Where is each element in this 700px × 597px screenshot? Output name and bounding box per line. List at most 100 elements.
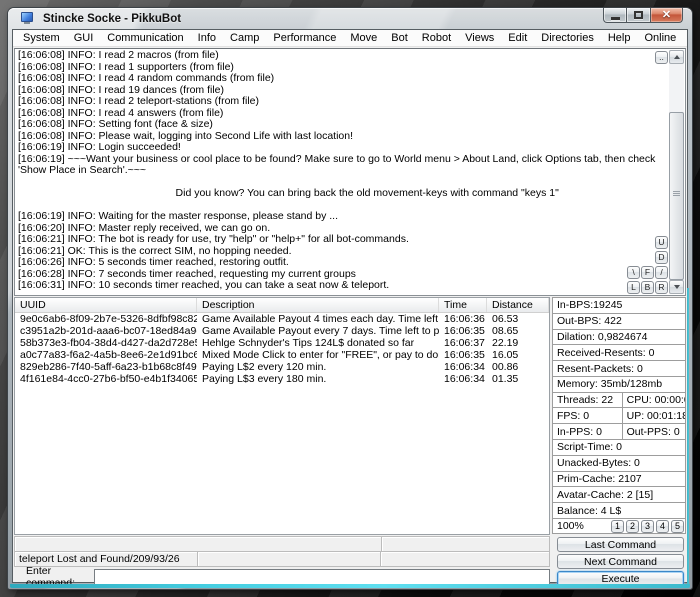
cell-description: Mixed Mode Click to enter for "FREE", or… (197, 349, 439, 361)
stat-row: Resent-Packets: 0 (552, 360, 686, 377)
app-icon (21, 12, 36, 25)
arrow-down-icon (674, 285, 680, 289)
table-row[interactable]: 58b373e3-fb04-38d4-d427-da2d728e5bfeHehl… (15, 337, 549, 349)
title-bar[interactable]: Stincke Socke - PikkuBot ✕ (8, 8, 692, 29)
maximize-button[interactable] (627, 8, 651, 23)
table-row[interactable]: a0c77a83-f6a2-4a5b-8ee6-2e1d91bc6264Mixe… (15, 349, 549, 361)
table-row[interactable]: c3951a2b-201d-aaa6-bc07-18ed84a9ec...Gam… (15, 325, 549, 337)
zoom-preset-button-3[interactable]: 3 (641, 520, 654, 533)
stat-row: Avatar-Cache: 2 [15] (552, 486, 686, 503)
cell-uuid: 4f161e84-4cc0-27b6-bf50-e4b1f3406588 (15, 373, 197, 385)
menu-item-system[interactable]: System (21, 31, 62, 45)
table-row[interactable]: 829eb286-7f40-5aff-6a23-b1b68c8f4995Payi… (15, 361, 549, 373)
stat-row: Memory: 35mb/128mb (552, 376, 686, 393)
stats-sidebar: In-BPS:19245Out-BPS: 422Dilation: 0,9824… (552, 297, 686, 581)
log-text[interactable]: [16:06:08] INFO: I read 2 macros (from f… (18, 50, 665, 294)
stat-row: Unacked-Bytes: 0 (552, 455, 686, 472)
stat-row: Out-BPS: 422 (552, 313, 686, 330)
cell-distance: 01.35 (487, 373, 549, 385)
move-forward-button[interactable]: F (641, 266, 654, 279)
scrollbar-thumb[interactable] (669, 112, 684, 280)
turn-left-button[interactable]: \ (627, 266, 640, 279)
stat-row: Dilation: 0,9824674 (552, 329, 686, 346)
cell-time: 16:06:36 (439, 313, 487, 325)
stat-row: In-PPS: 0Out-PPS: 0 (552, 423, 686, 440)
menu-item-directories[interactable]: Directories (539, 31, 596, 45)
menu-item-bot[interactable]: Bot (389, 31, 410, 45)
menu-item-info[interactable]: Info (196, 31, 218, 45)
menu-item-move[interactable]: Move (348, 31, 379, 45)
stat-row: Received-Resents: 0 (552, 344, 686, 361)
frame-accent (687, 288, 689, 585)
app-window: Stincke Socke - PikkuBot ✕ System GUI Comm… (8, 8, 692, 589)
status-strip-bottom: teleport Lost and Found/209/93/26 (14, 551, 550, 567)
status-cell (381, 536, 550, 552)
scroll-up-button[interactable] (669, 50, 684, 64)
cell-description: Game Available Payout 4 times each day. … (197, 313, 439, 325)
move-back-button[interactable]: B (641, 281, 654, 294)
object-table: UUIDDescriptionTimeDistance 9e0c6ab6-8f0… (14, 297, 550, 535)
zoom-level: 100% (557, 520, 584, 532)
stat-value: FPS: 0 (553, 408, 622, 423)
stat-value: In-PPS: 0 (553, 424, 622, 439)
column-header-uuid[interactable]: UUID (15, 298, 197, 312)
cell-time: 16:06:37 (439, 337, 487, 349)
stat-value: CPU: 00:00:02 (622, 393, 685, 408)
cell-description: Paying L$3 every 180 min. (197, 373, 439, 385)
menu-item-edit[interactable]: Edit (506, 31, 529, 45)
menu-item-online[interactable]: Online (642, 31, 678, 45)
cell-description: Hehlge Schnyder's Tips 124L$ donated so … (197, 337, 439, 349)
arrow-up-icon (674, 55, 680, 59)
zoom-preset-button-5[interactable]: 5 (671, 520, 684, 533)
last-command-button[interactable]: Last Command (557, 537, 684, 552)
close-button[interactable]: ✕ (651, 8, 683, 23)
menu-item-gui[interactable]: GUI (72, 31, 96, 45)
cell-uuid: 829eb286-7f40-5aff-6a23-b1b68c8f4995 (15, 361, 197, 373)
column-header-time[interactable]: Time (439, 298, 487, 312)
minimize-button[interactable] (603, 8, 627, 23)
cell-description: Paying L$2 every 120 min. (197, 361, 439, 373)
maximize-icon (634, 11, 643, 19)
cell-uuid: 9e0c6ab6-8f09-2b7e-5326-8dfbf98c823c (15, 313, 197, 325)
stat-value: Threads: 22 (553, 393, 622, 408)
table-body: 9e0c6ab6-8f09-2b7e-5326-8dfbf98c823cGame… (15, 313, 549, 385)
column-header-distance[interactable]: Distance (487, 298, 549, 312)
zoom-buttons: 12345 (611, 520, 685, 533)
window-title: Stincke Socke - PikkuBot (43, 13, 181, 25)
status-cell (380, 551, 550, 567)
menu-item-performance[interactable]: Performance (271, 31, 338, 45)
cell-uuid: 58b373e3-fb04-38d4-d427-da2d728e5bfe (15, 337, 197, 349)
zoom-preset-button-1[interactable]: 1 (611, 520, 624, 533)
window-content: System GUI Communication Info Camp Performanc… (12, 29, 688, 583)
next-command-button[interactable]: Next Command (557, 554, 684, 569)
zoom-preset-button-2[interactable]: 2 (626, 520, 639, 533)
close-icon: ✕ (662, 9, 671, 22)
menu-item-communication[interactable]: Communication (105, 31, 185, 45)
move-up-button[interactable]: U (655, 236, 668, 249)
minimize-icon (611, 17, 620, 20)
menu-item-camp[interactable]: Camp (228, 31, 261, 45)
stat-row: FPS: 0UP: 00:01:18 (552, 407, 686, 424)
status-strip-top (14, 536, 550, 552)
table-row[interactable]: 9e0c6ab6-8f09-2b7e-5326-8dfbf98c823cGame… (15, 313, 549, 325)
move-left-button[interactable]: L (627, 281, 640, 294)
command-input[interactable] (94, 569, 550, 585)
turn-right-button[interactable]: / (655, 266, 668, 279)
move-down-button[interactable]: D (655, 251, 668, 264)
cell-uuid: a0c77a83-f6a2-4a5b-8ee6-2e1d91bc6264 (15, 349, 197, 361)
menu-item-views[interactable]: Views (463, 31, 496, 45)
menu-item-robot[interactable]: Robot (420, 31, 453, 45)
status-cell (197, 551, 381, 567)
cell-distance: 00.86 (487, 361, 549, 373)
menu-item-help[interactable]: Help (606, 31, 633, 45)
stats-panel: In-BPS:19245Out-BPS: 422Dilation: 0,9824… (552, 297, 686, 519)
column-header-description[interactable]: Description (197, 298, 439, 312)
log-scrollbar[interactable] (669, 50, 684, 294)
cell-distance: 08.65 (487, 325, 549, 337)
log-corner-button[interactable]: .. (655, 51, 668, 64)
zoom-preset-button-4[interactable]: 4 (656, 520, 669, 533)
stat-row: Script-Time: 0 (552, 439, 686, 456)
table-row[interactable]: 4f161e84-4cc0-27b6-bf50-e4b1f3406588Payi… (15, 373, 549, 385)
move-right-button[interactable]: R (655, 281, 668, 294)
scroll-down-button[interactable] (669, 280, 684, 294)
